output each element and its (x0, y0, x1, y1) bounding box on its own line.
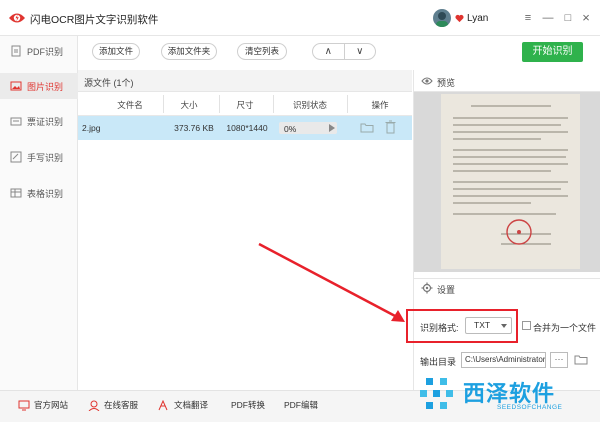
column-header-name[interactable]: 文件名 (100, 99, 160, 111)
bottom-item-label: 官方网站 (34, 400, 69, 410)
column-header-dimensions[interactable]: 尺寸 (220, 99, 270, 111)
handwriting-icon (10, 151, 22, 163)
format-label: 识别格式: (420, 323, 459, 333)
sidebar-item-table[interactable]: 表格识别 (0, 180, 78, 206)
pdf-edit-link[interactable]: PDF编辑 (284, 399, 318, 411)
image-icon (10, 81, 22, 91)
trash-icon[interactable] (385, 120, 396, 134)
monitor-icon (18, 400, 30, 410)
add-file-button[interactable]: 添加文件 (92, 43, 140, 60)
user-name[interactable]: Lyan (467, 13, 488, 24)
preview-label: 预览 (437, 78, 456, 88)
table-icon (10, 188, 22, 198)
eye-icon (421, 77, 433, 85)
app-logo-icon (9, 13, 25, 23)
watermark-logo (420, 378, 453, 409)
move-down-button[interactable]: ∨ (343, 44, 376, 59)
progress-text: 0% (284, 124, 297, 134)
cell-dimensions: 1080*1440 (226, 123, 268, 133)
sidebar-item-ticket[interactable]: 票证识别 (0, 108, 78, 134)
ticket-icon (10, 117, 22, 126)
column-header-actions[interactable]: 操作 (348, 99, 412, 111)
menu-icon[interactable]: ≡ (521, 11, 535, 25)
annotation-arrow (258, 242, 405, 322)
support-icon (88, 400, 100, 411)
official-site-link[interactable]: 官方网站 (18, 399, 68, 411)
vip-heart-icon (455, 14, 464, 23)
move-buttons: ∧ ∨ (312, 43, 376, 60)
minimize-icon[interactable]: — (541, 11, 555, 25)
sidebar-item-pdf[interactable]: PDF识别 (0, 38, 78, 64)
folder-icon[interactable] (574, 354, 588, 365)
column-header-status[interactable]: 识别状态 (274, 99, 346, 111)
gear-icon (421, 282, 433, 294)
clear-list-button[interactable]: 清空列表 (237, 43, 287, 60)
merge-checkbox[interactable] (522, 321, 531, 330)
watermark-subtitle: SEEDSOFCHANGE (497, 404, 563, 411)
settings-label: 设置 (437, 285, 456, 295)
bottom-item-label: PDF编辑 (284, 400, 319, 410)
sidebar-item-label: 票证识别 (27, 116, 64, 127)
close-icon[interactable]: × (579, 11, 593, 25)
sidebar-item-label: 表格识别 (27, 188, 64, 199)
merge-label: 合并为一个文件 (533, 323, 597, 333)
move-up-button[interactable]: ∧ (313, 44, 344, 59)
doc-translate-link[interactable]: 文档翻译 (158, 399, 208, 411)
output-dir-input[interactable]: C:\Users\Administrator\ (461, 352, 546, 368)
maximize-icon[interactable]: □ (561, 11, 575, 25)
browse-button[interactable]: ··· (550, 352, 568, 368)
sidebar-item-handwriting[interactable]: 手写识别 (0, 144, 78, 170)
pdf-convert-link[interactable]: PDF转换 (231, 399, 265, 411)
cell-file-name: 2.jpg (82, 123, 101, 133)
bottom-item-label: 文档翻译 (174, 400, 209, 410)
start-recognition-button[interactable]: 开始识别 (522, 42, 583, 62)
column-header-size[interactable]: 大小 (164, 99, 214, 111)
bottom-item-label: 在线客服 (104, 400, 139, 410)
sidebar-item-label: PDF识别 (27, 46, 64, 57)
app-title: 闪电OCR图片文字识别软件 (30, 14, 159, 26)
avatar[interactable] (433, 9, 451, 27)
sidebar-item-label: 手写识别 (27, 152, 64, 163)
pdf-icon (11, 45, 21, 57)
cell-file-size: 373.76 KB (174, 123, 214, 133)
add-folder-button[interactable]: 添加文件夹 (161, 43, 217, 60)
sidebar-item-image[interactable]: 图片识别 (0, 73, 78, 99)
translate-icon (158, 399, 168, 410)
document-preview-image (441, 94, 580, 269)
source-file-count: 源文件 (1个) (84, 78, 134, 88)
bottom-item-label: PDF转换 (231, 400, 266, 410)
online-support-link[interactable]: 在线客服 (88, 399, 138, 411)
output-dir-label: 输出目录 (420, 357, 457, 367)
play-icon[interactable] (329, 124, 335, 132)
chevron-down-icon (501, 324, 507, 328)
sidebar-item-label: 图片识别 (27, 81, 64, 92)
folder-icon[interactable] (360, 122, 374, 133)
